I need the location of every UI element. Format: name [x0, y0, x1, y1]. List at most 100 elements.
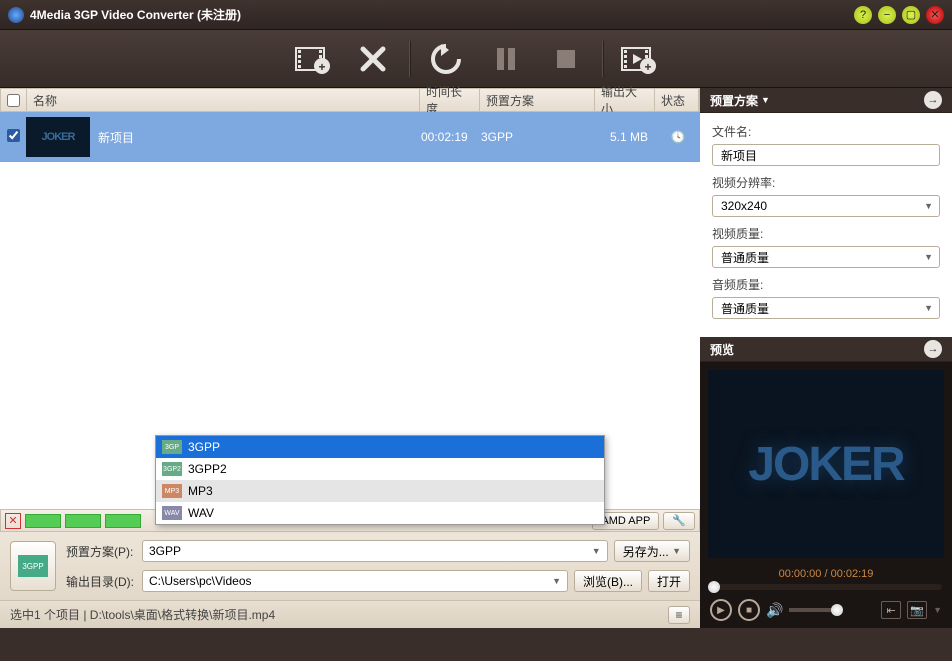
- browse-button[interactable]: 浏览(B)...: [574, 570, 642, 592]
- resolution-label: 视频分辨率:: [712, 174, 940, 191]
- minimize-button[interactable]: −: [878, 6, 896, 24]
- header-name[interactable]: 名称: [27, 89, 420, 111]
- add-file-button[interactable]: +: [289, 39, 337, 79]
- close-button[interactable]: ✕: [926, 6, 944, 24]
- play-button[interactable]: ▶: [710, 599, 732, 621]
- settings-button[interactable]: 🔧: [663, 512, 695, 530]
- saveas-button[interactable]: 另存为... ▼: [614, 540, 690, 562]
- header-outsize[interactable]: 输出大小: [595, 89, 655, 111]
- add-profile-button[interactable]: +: [615, 39, 663, 79]
- collapse-preview-button[interactable]: →: [924, 340, 942, 358]
- filename-value: 新项目: [721, 147, 757, 164]
- profile-select[interactable]: 3GPP▼: [142, 540, 608, 562]
- preview-prev-button[interactable]: ⇤: [881, 601, 901, 619]
- option-label: 3GPP2: [188, 462, 227, 476]
- chevron-down-icon: ▼: [552, 576, 561, 586]
- format-icon: 3GP: [162, 440, 182, 454]
- open-button[interactable]: 打开: [648, 570, 690, 592]
- chevron-down-icon[interactable]: ▼: [933, 605, 942, 615]
- header-duration[interactable]: 时间长度: [420, 89, 480, 111]
- preview-header: 预览 →: [700, 337, 952, 362]
- item-outsize: 5.1 MB: [596, 130, 656, 144]
- segment-block[interactable]: [105, 514, 141, 528]
- chevron-down-icon: ▼: [761, 95, 770, 105]
- toolbar-divider: [602, 41, 603, 77]
- profile-dropdown-popup: 3GP 3GPP 3GP2 3GPP2 MP3 MP3 WAV WAV: [155, 435, 605, 525]
- resolution-value: 320x240: [721, 199, 767, 213]
- progress-knob[interactable]: [708, 581, 720, 593]
- profile-option-wav[interactable]: WAV WAV: [156, 502, 604, 524]
- volume-slider[interactable]: [789, 608, 839, 612]
- remove-button[interactable]: [349, 39, 397, 79]
- profile-label: 预置方案(P):: [66, 543, 136, 560]
- preview-title: 预览: [710, 341, 734, 358]
- list-header: 名称 时间长度 预置方案 输出大小 状态: [0, 88, 700, 112]
- clear-segments-button[interactable]: ✕: [5, 513, 21, 529]
- format-icon: 3GP2: [162, 462, 182, 476]
- outdir-value: C:\Users\pc\Videos: [149, 574, 252, 588]
- maximize-button[interactable]: ▢: [902, 6, 920, 24]
- format-icon: WAV: [162, 506, 182, 520]
- chevron-down-icon: ▼: [924, 303, 933, 313]
- item-checkbox[interactable]: [0, 129, 26, 145]
- svg-text:+: +: [318, 60, 325, 74]
- preview-screen[interactable]: JOKER: [708, 370, 944, 558]
- app-logo-icon: [8, 7, 24, 23]
- aquality-label: 音频质量:: [712, 276, 940, 293]
- chevron-down-icon: ▼: [592, 546, 601, 556]
- vquality-value: 普通质量: [721, 249, 769, 266]
- preview-controls: ▶ ■ 🔊 ⇤ 📷 ▼: [700, 592, 952, 628]
- config-area: 3GPP 预置方案(P): 3GPP▼ 另存为... ▼ 输出目录(D): C:…: [0, 532, 700, 600]
- filename-label: 文件名:: [712, 123, 940, 140]
- statusbar-menu-button[interactable]: ≡: [668, 606, 690, 624]
- preview-progress[interactable]: [710, 584, 942, 590]
- profile-panel-body: 文件名: 新项目 视频分辨率: 320x240 ▼ 视频质量: 普通质量 ▼ 音频质…: [700, 113, 952, 337]
- option-label: WAV: [188, 506, 214, 520]
- profile-option-3gpp[interactable]: 3GP 3GPP: [156, 436, 604, 458]
- statusbar: 选中1 个项目 | D:\tools\桌面\格式转换\新项目.mp4 ≡: [0, 600, 700, 628]
- status-text: 选中1 个项目 | D:\tools\桌面\格式转换\新项目.mp4: [10, 606, 275, 623]
- segment-block[interactable]: [25, 514, 61, 528]
- outdir-select[interactable]: C:\Users\pc\Videos ▼: [142, 570, 568, 592]
- convert-button[interactable]: [422, 39, 470, 79]
- resolution-select[interactable]: 320x240 ▼: [712, 195, 940, 217]
- window-title: 4Media 3GP Video Converter (未注册): [30, 6, 848, 23]
- vquality-select[interactable]: 普通质量 ▼: [712, 246, 940, 268]
- item-name: 新项目: [98, 129, 421, 146]
- item-duration: 00:02:19: [421, 130, 481, 144]
- item-status-icon: 🕓: [656, 130, 700, 144]
- outdir-label: 输出目录(D):: [66, 573, 136, 590]
- volume-icon[interactable]: 🔊: [766, 602, 783, 619]
- profile-option-3gpp2[interactable]: 3GP2 3GPP2: [156, 458, 604, 480]
- filename-field[interactable]: 新项目: [712, 144, 940, 166]
- pause-button[interactable]: [482, 39, 530, 79]
- profile-panel-header: 预置方案▼ →: [700, 88, 952, 113]
- segment-block[interactable]: [65, 514, 101, 528]
- volume-knob[interactable]: [831, 604, 843, 616]
- stop-button[interactable]: [542, 39, 590, 79]
- option-label: MP3: [188, 484, 213, 498]
- profile-icon-button[interactable]: 3GPP: [10, 541, 56, 591]
- stop-preview-button[interactable]: ■: [738, 599, 760, 621]
- vquality-label: 视频质量:: [712, 225, 940, 242]
- snapshot-button[interactable]: 📷: [907, 601, 927, 619]
- format-icon: MP3: [162, 484, 182, 498]
- preview-panel: 预览 → JOKER 00:00:00 / 00:02:19 ▶ ■ 🔊 ⇤ 📷…: [700, 337, 952, 628]
- profile-option-mp3[interactable]: MP3 MP3: [156, 480, 604, 502]
- collapse-panel-button[interactable]: →: [924, 91, 942, 109]
- header-profile[interactable]: 预置方案: [480, 89, 595, 111]
- aquality-select[interactable]: 普通质量 ▼: [712, 297, 940, 319]
- option-label: 3GPP: [188, 440, 220, 454]
- item-thumbnail: JOKER: [26, 117, 90, 157]
- aquality-value: 普通质量: [721, 300, 769, 317]
- panel-title: 预置方案: [710, 92, 758, 109]
- list-item[interactable]: JOKER 新项目 00:02:19 3GPP 5.1 MB 🕓: [0, 112, 700, 162]
- help-button[interactable]: ?: [854, 6, 872, 24]
- chevron-down-icon: ▼: [924, 201, 933, 211]
- header-checkbox[interactable]: [1, 89, 27, 111]
- titlebar: 4Media 3GP Video Converter (未注册) ? − ▢ ✕: [0, 0, 952, 30]
- chevron-down-icon: ▼: [924, 252, 933, 262]
- format-icon: 3GPP: [18, 555, 48, 577]
- main-toolbar: + +: [0, 30, 952, 88]
- header-status[interactable]: 状态: [655, 89, 699, 111]
